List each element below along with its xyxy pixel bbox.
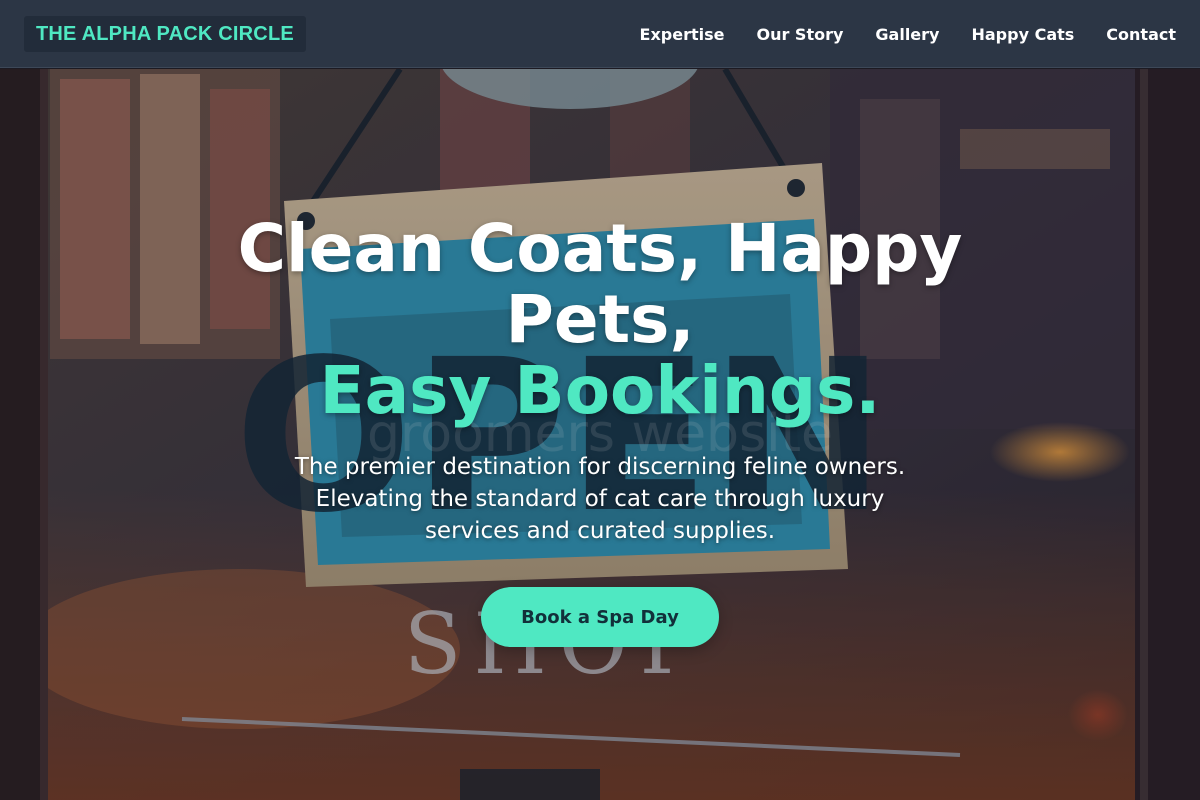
hero-headline-line1: Clean Coats, Happy	[237, 210, 963, 287]
nav-link-happy-cats[interactable]: Happy Cats	[971, 25, 1074, 44]
hero-headline: Clean Coats, Happy Pets, Easy Bookings.	[150, 213, 1050, 426]
nav-link-expertise[interactable]: Expertise	[640, 25, 725, 44]
nav-link-our-story[interactable]: Our Story	[756, 25, 843, 44]
top-navbar: THE ALPHA PACK CIRCLE Expertise Our Stor…	[0, 0, 1200, 68]
hero-headline-accent: Easy Bookings.	[319, 352, 881, 429]
book-spa-day-button[interactable]: Book a Spa Day	[481, 587, 719, 647]
main-nav: Expertise Our Story Gallery Happy Cats C…	[608, 0, 1176, 68]
nav-link-gallery[interactable]: Gallery	[875, 25, 939, 44]
hero-tagline: The premier destination for discerning f…	[294, 454, 906, 544]
nav-link-contact[interactable]: Contact	[1106, 25, 1176, 44]
brand-logo[interactable]: THE ALPHA PACK CIRCLE	[24, 16, 306, 52]
hero-section: OPEN groomers website SHOP Clean Coats, …	[0, 69, 1200, 800]
page: THE ALPHA PACK CIRCLE Expertise Our Stor…	[0, 0, 1200, 800]
hero-headline-line2: Pets,	[505, 281, 695, 358]
hero-content: Clean Coats, Happy Pets, Easy Bookings. …	[0, 69, 1200, 800]
